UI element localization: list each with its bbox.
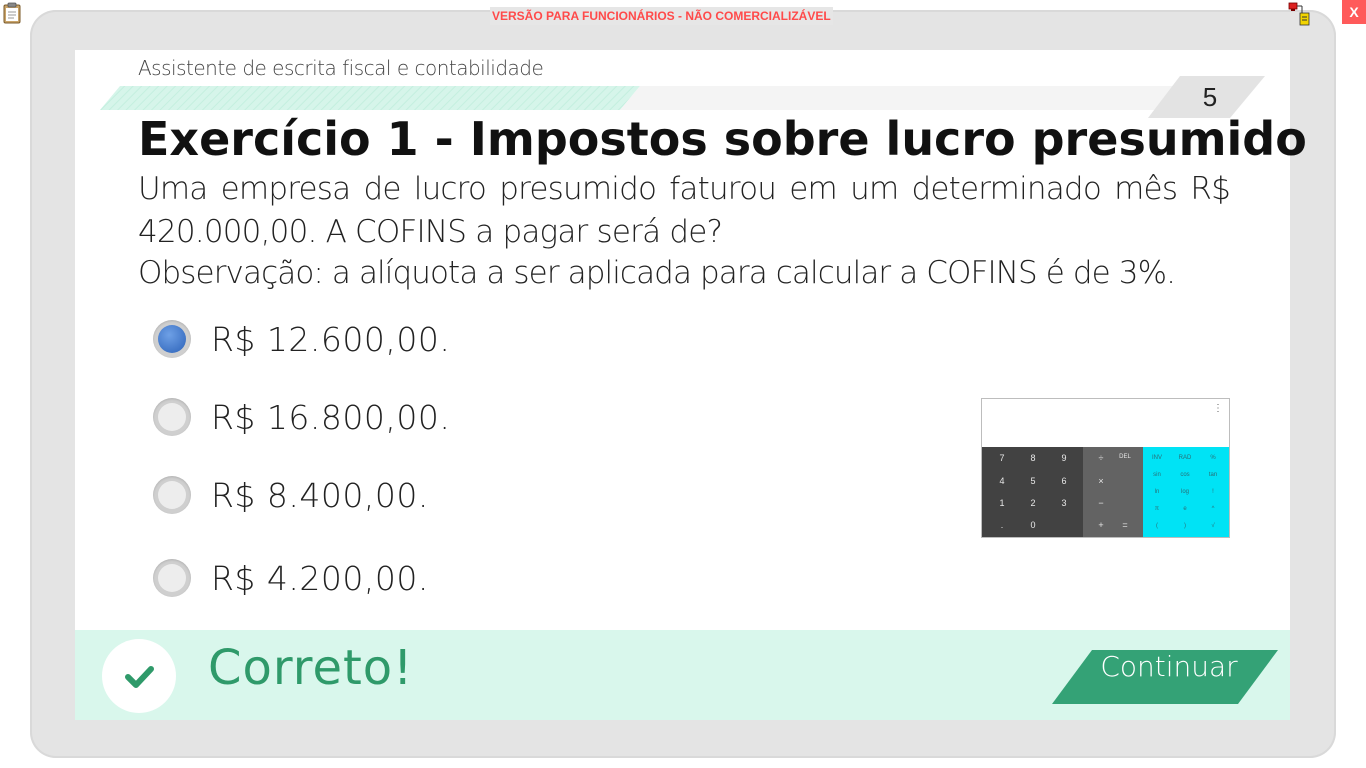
answer-option-1[interactable]: R$ 12.600,00. (153, 316, 450, 362)
calculator-menu-icon: ⋮ (1213, 403, 1223, 414)
calc-key: % (1210, 455, 1216, 461)
calculator-scientific-pad: INV RAD % sin cos tan ln log ! π e ^ ( )… (1143, 447, 1229, 537)
check-icon (125, 666, 154, 688)
calc-key: 9 (1061, 453, 1067, 463)
answer-option-3[interactable]: R$ 8.400,00. (153, 472, 429, 518)
question-body: Uma empresa de lucro presumido faturou e… (138, 171, 1231, 250)
network-status-icon[interactable] (1288, 2, 1314, 26)
calc-key: = (1122, 520, 1128, 530)
question-text: Uma empresa de lucro presumido faturou e… (138, 168, 1231, 254)
calc-key: ÷ (1098, 453, 1104, 463)
calc-key: cos (1180, 472, 1190, 478)
calc-key: tan (1208, 472, 1218, 478)
calc-key: 1 (999, 498, 1005, 508)
calc-key: − (1098, 498, 1104, 508)
calc-key: 8 (1030, 453, 1036, 463)
answer-option-label: R$ 8.400,00. (211, 475, 429, 515)
calc-key: 0 (1030, 520, 1036, 530)
radio-icon[interactable] (153, 559, 191, 597)
answer-option-label: R$ 4.200,00. (211, 558, 429, 598)
calculator-display: ⋮ (982, 399, 1229, 447)
clipboard-icon[interactable] (2, 2, 22, 24)
feedback-message: Correto! (208, 640, 414, 696)
calculator-image: ⋮ 7 8 9 4 5 6 1 2 3 . 0 ÷ DEL × − + = IN… (981, 398, 1230, 538)
check-badge (102, 639, 176, 713)
calc-key: 7 (999, 453, 1005, 463)
calc-key: 4 (999, 476, 1005, 486)
radio-icon[interactable] (153, 398, 191, 436)
calc-key: RAD (1178, 455, 1192, 461)
close-button[interactable]: X (1342, 0, 1366, 24)
answer-option-4[interactable]: R$ 4.200,00. (153, 555, 429, 601)
calculator-digit-pad: 7 8 9 4 5 6 1 2 3 . 0 (982, 447, 1083, 537)
calc-key: DEL (1119, 454, 1131, 460)
continue-button[interactable] (1052, 650, 1278, 704)
watermark-banner: VERSÃO PARA FUNCIONÁRIOS - NÃO COMERCIAL… (490, 7, 833, 25)
calc-key: e (1183, 506, 1187, 512)
calc-key: log (1180, 489, 1189, 495)
calc-key: ! (1212, 489, 1214, 495)
calc-key: ( (1156, 523, 1158, 529)
calc-key: sin (1153, 472, 1161, 478)
calc-key: ^ (1211, 506, 1215, 512)
calc-key: π (1154, 506, 1160, 512)
calc-key: + (1098, 520, 1104, 530)
page-number: 5 (1202, 82, 1218, 112)
exercise-title: Exercício 1 - Impostos sobre lucro presu… (138, 112, 1307, 166)
calc-key: 5 (1030, 476, 1036, 486)
calc-key: ) (1184, 523, 1186, 529)
question-note: Observação: a alíquota a ser aplicada pa… (138, 255, 1176, 291)
calc-key: × (1098, 476, 1104, 486)
answer-option-label: R$ 12.600,00. (211, 319, 451, 359)
answer-option-2[interactable]: R$ 16.800,00. (153, 394, 450, 440)
calc-key: . (1000, 520, 1004, 530)
calc-key: 6 (1061, 476, 1067, 486)
calc-key: ln (1154, 489, 1160, 495)
calculator-operator-pad: ÷ DEL × − + = (1083, 447, 1143, 537)
calc-key: √ (1211, 523, 1215, 529)
calc-key: 3 (1061, 498, 1067, 508)
radio-icon[interactable] (153, 476, 191, 514)
calc-key: 2 (1030, 498, 1036, 508)
answer-option-label: R$ 16.800,00. (211, 397, 451, 437)
radio-selected-icon[interactable] (153, 320, 191, 358)
calc-key: INV (1151, 455, 1162, 461)
